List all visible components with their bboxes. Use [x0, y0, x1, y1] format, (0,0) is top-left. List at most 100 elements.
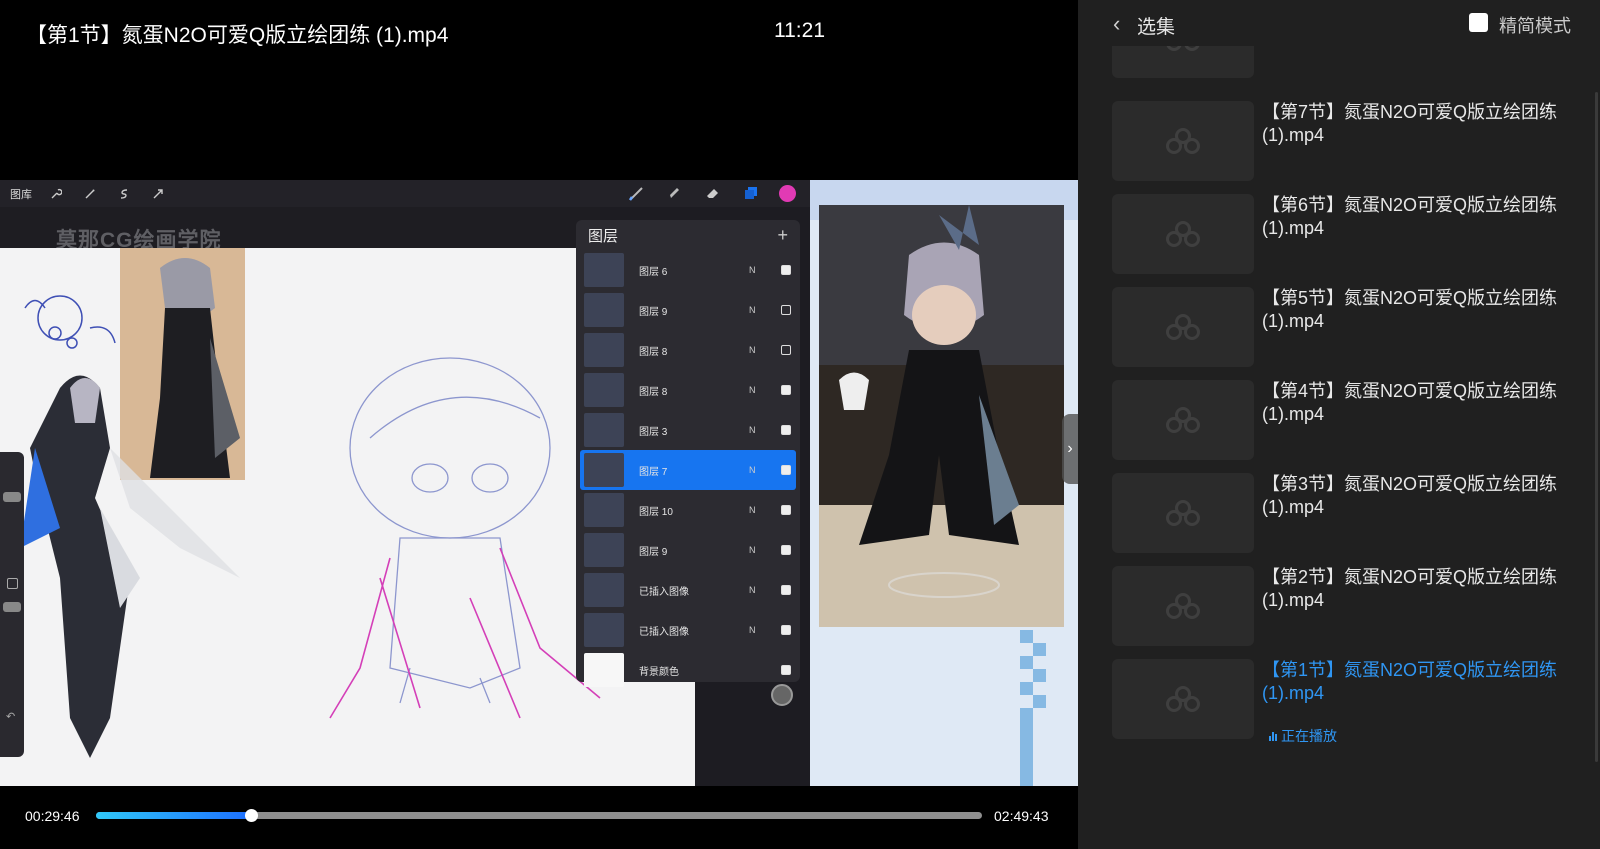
episode-item[interactable]: 【第3节】氮蛋N2O可爱Q版立绘团练 (1).mp4: [1112, 473, 1572, 553]
modify-button[interactable]: [7, 578, 18, 589]
layer-name: 图层 8: [639, 386, 668, 398]
wrench-icon: [46, 184, 66, 204]
layer-visibility-checkbox[interactable]: [781, 305, 791, 315]
episode-thumbnail[interactable]: [1112, 101, 1254, 181]
layer-row[interactable]: 图层 6 N: [580, 250, 796, 290]
episode-thumbnail[interactable]: [1112, 566, 1254, 646]
back-icon[interactable]: ‹: [1113, 11, 1120, 37]
layer-visibility-checkbox[interactable]: [781, 625, 791, 635]
layer-thumbnail: [584, 613, 624, 647]
layer-row[interactable]: 图层 10 N: [580, 490, 796, 530]
layer-row[interactable]: 图层 9 N: [580, 530, 796, 570]
progress-fill: [96, 812, 252, 819]
procreate-toolbar: 图库: [0, 180, 810, 207]
brush-icon: [627, 183, 647, 203]
episode-thumbnail[interactable]: [1112, 380, 1254, 460]
episode-item[interactable]: 【第4节】氮蛋N2O可爱Q版立绘团练 (1).mp4: [1112, 380, 1572, 460]
layer-row[interactable]: 图层 9 N: [580, 290, 796, 330]
episode-title[interactable]: 【第4节】氮蛋N2O可爱Q版立绘团练 (1).mp4: [1262, 380, 1562, 426]
layer-thumbnail: [584, 333, 624, 367]
size-knob[interactable]: [3, 492, 21, 502]
layer-blend-mode[interactable]: N: [749, 465, 773, 475]
layer-visibility-checkbox[interactable]: [781, 385, 791, 395]
layer-thumbnail: [584, 453, 624, 487]
progress-handle[interactable]: [245, 809, 259, 822]
layer-row[interactable]: 图层 8 N: [580, 330, 796, 370]
layer-row[interactable]: 图层 8 N: [580, 370, 796, 410]
episode-title[interactable]: 【第6节】氮蛋N2O可爱Q版立绘团练 (1).mp4: [1262, 194, 1562, 240]
simple-mode-label[interactable]: 精简模式: [1499, 12, 1571, 38]
layer-blend-mode[interactable]: N: [749, 625, 773, 635]
episode-item[interactable]: 【第1节】氮蛋N2O可爱Q版立绘团练 (1).mp4 正在播放: [1112, 659, 1572, 744]
reference-panel: [810, 180, 1078, 786]
layer-blend-mode[interactable]: N: [749, 545, 773, 555]
layer-row[interactable]: 背景颜色: [580, 650, 796, 690]
opacity-knob[interactable]: [3, 602, 21, 612]
cloud-placeholder-icon: [1163, 593, 1203, 619]
undo-icon[interactable]: ↶: [6, 710, 15, 723]
layer-blend-mode[interactable]: N: [749, 305, 773, 315]
video-frame[interactable]: 图库 莫那CG绘画学院 ↶ 图层 + 图层 6 N 图层 9 N 图层 8 N …: [0, 180, 1078, 786]
gallery-label: 图库: [10, 188, 32, 201]
add-layer-icon[interactable]: +: [777, 225, 788, 246]
sidebar-title: 选集: [1137, 17, 1176, 38]
episode-thumbnail[interactable]: [1112, 194, 1254, 274]
layer-visibility-checkbox[interactable]: [781, 545, 791, 555]
layer-visibility-checkbox[interactable]: [781, 425, 791, 435]
layers-panel: 图层 + 图层 6 N 图层 9 N 图层 8 N 图层 8 N 图层 3 N 图层 7 N 图层 10…: [576, 220, 800, 687]
layer-blend-mode[interactable]: N: [749, 425, 773, 435]
layer-blend-mode[interactable]: N: [749, 345, 773, 355]
layer-blend-mode[interactable]: N: [749, 505, 773, 515]
layer-name: 图层 8: [639, 346, 668, 358]
cloud-placeholder-icon: [1163, 314, 1203, 340]
layer-visibility-checkbox[interactable]: [781, 585, 791, 595]
simple-mode-checkbox[interactable]: [1469, 13, 1488, 32]
video-player[interactable]: 【第1节】氮蛋N2O可爱Q版立绘团练 (1).mp4 11:21 图库 莫那CG…: [0, 0, 1078, 849]
episode-title[interactable]: 【第7节】氮蛋N2O可爱Q版立绘团练 (1).mp4: [1262, 101, 1562, 147]
layer-thumbnail: [584, 413, 624, 447]
equalizer-icon: [1269, 731, 1277, 741]
layer-name: 已插入图像: [639, 626, 689, 638]
layer-blend-mode[interactable]: N: [749, 265, 773, 275]
episode-title[interactable]: 【第5节】氮蛋N2O可爱Q版立绘团练 (1).mp4: [1262, 287, 1562, 333]
expand-arrow-icon[interactable]: ›: [1062, 414, 1078, 484]
progress-bar[interactable]: [96, 809, 982, 822]
layers-header: 图层 +: [576, 220, 800, 250]
brush-size-slider[interactable]: ↶: [0, 452, 24, 757]
transform-icon: [148, 184, 168, 204]
layer-blend-mode[interactable]: N: [749, 385, 773, 395]
episode-thumbnail[interactable]: [1112, 659, 1254, 739]
layer-row[interactable]: 图层 7 N: [580, 450, 796, 490]
cloud-placeholder-icon: [1163, 128, 1203, 154]
episode-item[interactable]: 【第6节】氮蛋N2O可爱Q版立绘团练 (1).mp4: [1112, 194, 1572, 274]
layer-row[interactable]: 已插入图像 N: [580, 610, 796, 650]
layer-visibility-checkbox[interactable]: [781, 505, 791, 515]
layer-visibility-checkbox[interactable]: [781, 665, 791, 675]
cloud-placeholder-icon: [1163, 500, 1203, 526]
layer-thumbnail: [584, 533, 624, 567]
sidebar-scrollbar[interactable]: [1595, 92, 1598, 762]
eraser-icon: [703, 183, 723, 203]
reference-photo: [819, 205, 1064, 627]
layer-visibility-checkbox[interactable]: [781, 345, 791, 355]
episode-item[interactable]: 【第2节】氮蛋N2O可爱Q版立绘团练 (1).mp4: [1112, 566, 1572, 646]
layer-visibility-checkbox[interactable]: [781, 265, 791, 275]
layer-row[interactable]: 图层 3 N: [580, 410, 796, 450]
episode-title[interactable]: 【第1节】氮蛋N2O可爱Q版立绘团练 (1).mp4: [1262, 659, 1562, 705]
episode-thumbnail[interactable]: [1112, 287, 1254, 367]
episode-item[interactable]: 【第7节】氮蛋N2O可爱Q版立绘团练 (1).mp4: [1112, 101, 1572, 181]
layer-visibility-checkbox[interactable]: [781, 465, 791, 475]
clock: 11:21: [774, 19, 825, 42]
episode-title[interactable]: 【第2节】氮蛋N2O可爱Q版立绘团练 (1).mp4: [1262, 566, 1562, 612]
episode-sidebar: (1).mp4【第7节】氮蛋N2O可爱Q版立绘团练 (1).mp4【第6节】氮蛋…: [1078, 0, 1600, 849]
quickmenu-button[interactable]: [771, 684, 793, 706]
episode-title[interactable]: 【第3节】氮蛋N2O可爱Q版立绘团练 (1).mp4: [1262, 473, 1562, 519]
episode-item[interactable]: 【第5节】氮蛋N2O可爱Q版立绘团练 (1).mp4: [1112, 287, 1572, 367]
video-title: 【第1节】氮蛋N2O可爱Q版立绘团练 (1).mp4: [26, 24, 449, 47]
sidebar-header: ‹ 选集 精简模式: [1078, 0, 1600, 46]
episode-thumbnail[interactable]: [1112, 473, 1254, 553]
now-playing-label: 正在播放: [1281, 728, 1337, 744]
layer-row[interactable]: 已插入图像 N: [580, 570, 796, 610]
layer-thumbnail: [584, 573, 624, 607]
layer-blend-mode[interactable]: N: [749, 585, 773, 595]
